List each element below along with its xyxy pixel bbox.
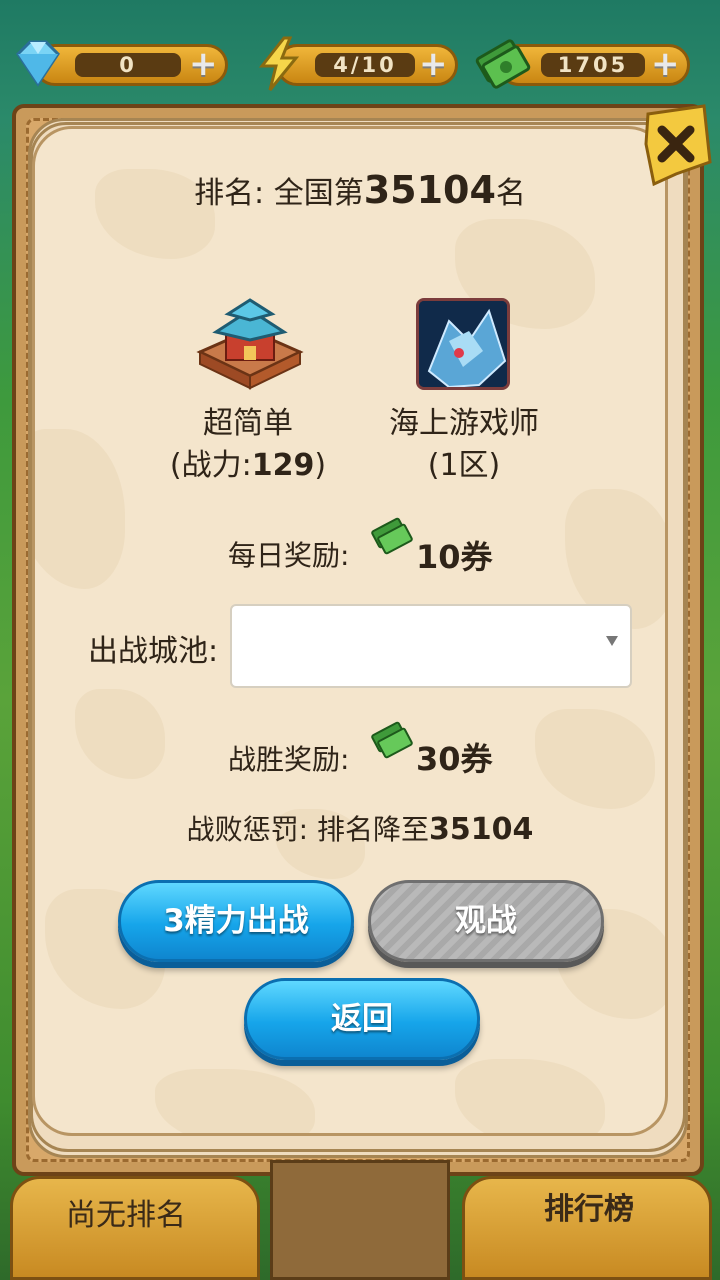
dragon-icon xyxy=(419,301,507,387)
energy-value: 4/10 xyxy=(315,53,415,77)
add-cash-button[interactable]: + xyxy=(651,47,680,81)
diamond-icon xyxy=(16,40,60,87)
city-select-dropdown[interactable] xyxy=(230,604,632,688)
cash-value: 1705 xyxy=(541,53,645,77)
bottom-center-post xyxy=(270,1160,450,1280)
bottom-bar: 尚无排名 排行榜 xyxy=(0,1160,720,1280)
city-select-label: 出战城池: xyxy=(88,634,219,669)
daily-reward-label: 每日奖励: xyxy=(228,539,350,572)
rank-prefix: 排名: 全国第 xyxy=(194,176,364,211)
cash-icon xyxy=(371,721,413,759)
player-power: (战力:129) xyxy=(169,448,327,483)
cash-icon xyxy=(371,517,413,555)
rank-line: 排名: 全国第35104名 xyxy=(0,168,720,212)
gems-value: 0 xyxy=(75,53,181,77)
add-gems-button[interactable]: + xyxy=(189,47,218,81)
no-rank-label: 尚无排名 xyxy=(66,1198,186,1233)
cash-icon xyxy=(475,39,531,89)
daily-reward-value: 10券 xyxy=(416,538,493,576)
lightning-icon xyxy=(258,36,300,91)
win-reward-value: 30券 xyxy=(416,740,493,778)
back-button[interactable]: 返回 xyxy=(244,978,480,1060)
resource-bar: 0 + 4/10 + 1705 + xyxy=(0,0,720,100)
watch-button[interactable]: 观战 xyxy=(368,880,604,962)
chevron-down-icon xyxy=(606,636,618,646)
leaderboard-button[interactable]: 排行榜 xyxy=(544,1184,634,1228)
loss-penalty: 战败惩罚: 排名降至35104 xyxy=(186,812,534,847)
add-energy-button[interactable]: + xyxy=(419,47,448,81)
opponent-avatar[interactable] xyxy=(416,298,510,390)
opponent-zone: (1区) xyxy=(427,448,501,483)
rank-suffix: 名 xyxy=(495,176,526,211)
win-reward-label: 战胜奖励: xyxy=(228,743,350,776)
castle-icon xyxy=(196,298,304,390)
player-name: 超简单 xyxy=(203,406,293,441)
rank-number: 35104 xyxy=(363,168,496,212)
opponent-name: 海上游戏师 xyxy=(389,406,539,441)
fight-button[interactable]: 3精力出战 xyxy=(118,880,354,962)
